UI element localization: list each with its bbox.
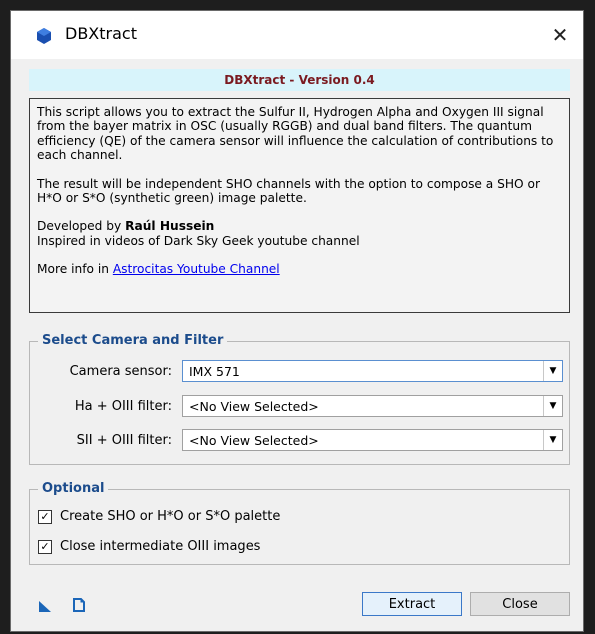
info-panel: This script allows you to extract the Su…	[29, 98, 570, 313]
info-paragraph-description: This script allows you to extract the Su…	[37, 105, 554, 163]
documentation-icon[interactable]	[72, 598, 86, 612]
close-window-button[interactable]: ✕	[537, 11, 583, 59]
ha-oiii-filter-label: Ha + OIII filter:	[74, 399, 172, 414]
camera-sensor-label: Camera sensor:	[69, 364, 172, 379]
developer-prefix: Developed by	[37, 219, 126, 234]
create-palette-checkbox[interactable]: ✓	[38, 509, 52, 524]
ha-oiii-filter-select[interactable]: <No View Selected> ▼	[182, 395, 563, 417]
sii-oiii-filter-label: SII + OIII filter:	[76, 433, 172, 448]
dialog-window: DBXtract ✕ DBXtract - Version 0.4 This s…	[10, 10, 584, 632]
camera-sensor-select[interactable]: IMX 571 ▼	[182, 360, 563, 382]
window-title: DBXtract	[65, 24, 137, 43]
info-paragraph-result: The result will be independent SHO chann…	[37, 176, 540, 206]
chevron-down-icon: ▼	[543, 361, 562, 381]
author-name: Raúl Hussein	[125, 219, 215, 234]
create-palette-checkbox-row[interactable]: ✓ Create SHO or H*O or S*O palette	[38, 509, 280, 524]
ha-oiii-filter-value: <No View Selected>	[189, 399, 319, 414]
extract-button[interactable]: Extract	[362, 592, 462, 616]
create-palette-label: Create SHO or H*O or S*O palette	[60, 509, 281, 524]
chevron-down-icon: ▼	[543, 430, 562, 450]
close-oiii-checkbox-row[interactable]: ✓ Close intermediate OIII images	[38, 539, 260, 554]
optional-group: Optional ✓ Create SHO or H*O or S*O pale…	[29, 481, 570, 565]
version-header: DBXtract - Version 0.4	[29, 69, 570, 91]
close-oiii-checkbox[interactable]: ✓	[38, 539, 52, 554]
more-info-prefix: More info in	[37, 262, 113, 277]
info-developer-line: Developed by Raúl Hussein	[37, 219, 562, 233]
app-logo-icon	[37, 28, 51, 44]
sii-oiii-filter-value: <No View Selected>	[189, 433, 319, 448]
optional-group-title: Optional	[38, 481, 109, 496]
chevron-down-icon: ▼	[543, 396, 562, 416]
youtube-channel-link[interactable]: Astrocitas Youtube Channel	[113, 262, 280, 276]
title-bar: DBXtract ✕	[11, 11, 583, 59]
sii-oiii-filter-select[interactable]: <No View Selected> ▼	[182, 429, 563, 451]
info-inspired-line: Inspired in videos of Dark Sky Geek yout…	[37, 233, 360, 248]
new-instance-icon[interactable]	[38, 599, 52, 613]
camera-filter-group-title: Select Camera and Filter	[38, 333, 228, 348]
close-oiii-label: Close intermediate OIII images	[60, 539, 261, 554]
close-button[interactable]: Close	[470, 592, 570, 616]
info-more-line: More info in Astrocitas Youtube Channel	[37, 262, 562, 276]
camera-sensor-value: IMX 571	[189, 364, 240, 379]
camera-filter-group: Select Camera and Filter Camera sensor: …	[29, 333, 570, 465]
